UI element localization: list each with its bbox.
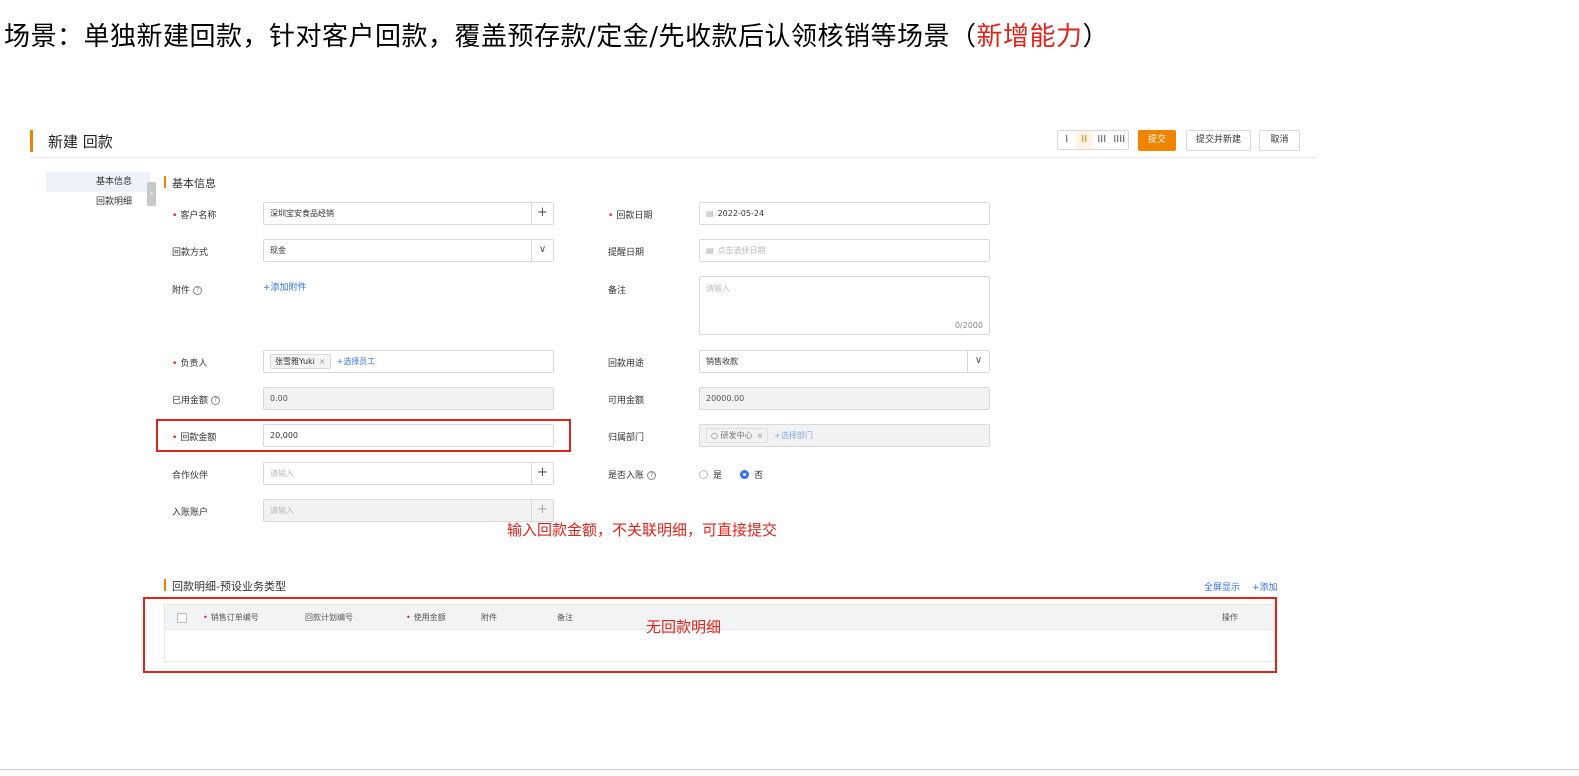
customer-label: • 客户名称 bbox=[172, 211, 217, 221]
radio-checked-icon bbox=[740, 470, 749, 479]
payment-date-field[interactable]: ▤ 2022-05-24 bbox=[699, 202, 990, 225]
layout-3-column[interactable]: III bbox=[1093, 131, 1111, 149]
remark-label: 备注 bbox=[608, 286, 627, 296]
chevron-left-icon[interactable]: ‹ bbox=[147, 182, 156, 206]
chevron-down-icon[interactable]: ∨ bbox=[531, 240, 553, 261]
available-amount-label: 可用金额 bbox=[608, 396, 645, 406]
help-icon: ? bbox=[211, 396, 221, 405]
account-label: 入账账户 bbox=[172, 508, 209, 518]
calendar-icon: ▤ bbox=[706, 246, 714, 255]
purpose-select[interactable]: 销售收款 ∨ bbox=[699, 350, 990, 373]
fullscreen-link[interactable]: 全屏显示 bbox=[1204, 580, 1240, 593]
add-attachment-link[interactable]: +添加附件 bbox=[263, 280, 307, 293]
reminder-date-label: 提醒日期 bbox=[608, 248, 645, 258]
payment-method-select[interactable]: 现金 ∨ bbox=[263, 239, 554, 262]
select-employee-link[interactable]: +选择员工 bbox=[337, 357, 376, 366]
side-nav-item-basic-info[interactable]: 基本信息 bbox=[46, 172, 150, 192]
posted-radio-no[interactable]: 否 bbox=[740, 468, 763, 481]
amount-annotation: 输入回款金额，不关联明细，可直接提交 bbox=[507, 521, 778, 539]
help-icon: ? bbox=[193, 286, 203, 295]
remark-textarea[interactable]: 请输入 0/2000 bbox=[699, 276, 990, 335]
radio-icon bbox=[699, 470, 708, 479]
title-accent-bar bbox=[30, 130, 33, 152]
detail-annotation: 无回款明细 bbox=[646, 618, 722, 636]
plus-icon[interactable]: + bbox=[531, 203, 553, 224]
remark-placeholder: 请输入 bbox=[706, 284, 730, 293]
department-tag: ○ 研发中心 × bbox=[706, 428, 769, 443]
plus-icon[interactable]: + bbox=[531, 463, 553, 484]
payment-method-label: 回款方式 bbox=[172, 248, 209, 258]
reminder-date-placeholder: 点击选择日期 bbox=[717, 246, 766, 255]
attachment-label: 附件? bbox=[172, 283, 203, 296]
department-label: 归属部门 bbox=[608, 433, 645, 443]
cancel-button[interactable]: 取消 bbox=[1259, 130, 1300, 151]
available-amount-field: 20000.00 bbox=[699, 387, 990, 410]
page-title: 新建 回款 bbox=[48, 133, 113, 151]
purpose-value: 销售收款 bbox=[706, 357, 738, 366]
customer-value: 深圳宝安食品经销 bbox=[270, 209, 334, 218]
add-detail-link[interactable]: +添加 bbox=[1252, 580, 1278, 593]
customer-field[interactable]: 深圳宝安食品经销 + bbox=[263, 202, 554, 225]
reminder-date-field[interactable]: ▤ 点击选择日期 bbox=[699, 239, 990, 262]
payment-date-label: • 回款日期 bbox=[608, 211, 653, 221]
calendar-icon: ▤ bbox=[706, 209, 714, 218]
close-icon[interactable]: × bbox=[319, 357, 326, 366]
side-nav-item-payment-detail[interactable]: 回款明细 bbox=[46, 192, 150, 212]
scenario-text: 场景：单独新建回款，针对客户回款，覆盖预存款/定金/先收款后认领核销等场景（ bbox=[4, 22, 977, 52]
side-nav: 基本信息 回款明细 bbox=[46, 172, 150, 212]
scenario-highlight: 新增能力 bbox=[976, 22, 1083, 52]
posted-label: 是否入账? bbox=[608, 468, 657, 481]
partner-field[interactable]: 请输入 + bbox=[263, 462, 554, 485]
close-icon: × bbox=[756, 431, 764, 440]
owner-label: • 负责人 bbox=[172, 359, 208, 369]
partner-label: 合作伙伴 bbox=[172, 471, 209, 481]
payment-method-value: 现金 bbox=[270, 246, 286, 255]
posted-radio-yes[interactable]: 是 bbox=[699, 468, 722, 481]
column-layout-switch[interactable]: I II III IIII bbox=[1057, 130, 1129, 150]
scenario-close: ） bbox=[1082, 22, 1110, 52]
submit-and-new-button[interactable]: 提交并新建 bbox=[1186, 130, 1251, 151]
circle-icon: ○ bbox=[711, 431, 718, 440]
owner-field[interactable]: 张雪雅Yuki × +选择员工 bbox=[263, 350, 554, 373]
amount-highlight-box bbox=[156, 419, 571, 452]
help-icon: ? bbox=[647, 471, 657, 480]
layout-2-column[interactable]: II bbox=[1075, 131, 1093, 149]
chevron-down-icon[interactable]: ∨ bbox=[967, 351, 989, 372]
layout-4-column[interactable]: IIII bbox=[1111, 131, 1129, 149]
owner-tag: 张雪雅Yuki × bbox=[270, 354, 331, 369]
partner-placeholder: 请输入 bbox=[270, 469, 294, 478]
submit-button[interactable]: 提交 bbox=[1138, 130, 1176, 151]
used-amount-label: 已用金额? bbox=[172, 393, 221, 406]
used-amount-field: 0.00 bbox=[263, 387, 554, 410]
page-header: 新建 回款 I II III IIII 提交 提交并新建 取消 bbox=[30, 126, 1318, 158]
department-field: ○ 研发中心 × +选择部门 bbox=[699, 424, 990, 447]
payment-date-value: 2022-05-24 bbox=[717, 209, 765, 218]
remark-char-counter: 0/2000 bbox=[954, 321, 983, 330]
section-title-basic-info: 基本信息 bbox=[164, 175, 216, 191]
bottom-divider bbox=[0, 769, 1579, 770]
select-department-link: +选择部门 bbox=[774, 431, 813, 440]
plus-icon: + bbox=[531, 500, 553, 521]
scenario-description: 场景：单独新建回款，针对客户回款，覆盖预存款/定金/先收款后认领核销等场景（新增… bbox=[4, 16, 1109, 53]
account-placeholder: 请输入 bbox=[270, 506, 294, 515]
purpose-label: 回款用途 bbox=[608, 359, 645, 369]
layout-1-column[interactable]: I bbox=[1058, 131, 1076, 149]
section-title-payment-detail: 回款明细-预设业务类型 bbox=[164, 578, 286, 594]
